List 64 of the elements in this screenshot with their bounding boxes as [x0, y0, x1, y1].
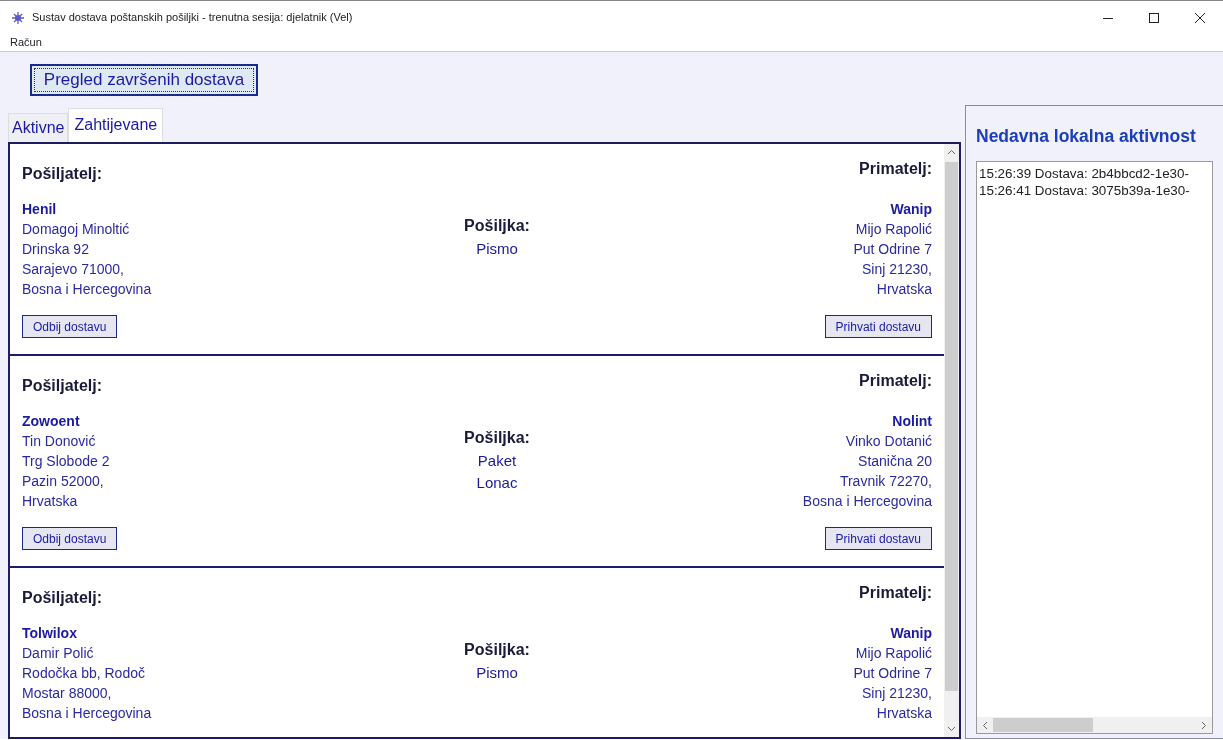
sender-address-line: Domagoj Minoltić	[22, 220, 131, 239]
maximize-icon[interactable]	[1149, 12, 1159, 23]
sender-address-line: Pazin 52000,	[22, 472, 105, 491]
recipient-heading: Primatelj:	[859, 159, 932, 179]
sender-company: Henil	[22, 200, 58, 219]
recipient-company: Wanip	[890, 200, 932, 219]
vertical-scrollbar[interactable]	[944, 144, 959, 737]
sender-address-line: Damir Polić	[22, 644, 95, 663]
scroll-down-icon[interactable]	[947, 726, 956, 732]
window-title: Sustav dostava poštanskih pošiljki - trenutna sesija: djelatnik (Vel)	[32, 10, 353, 26]
sender-address-line: Bosna i Hercegovina	[22, 280, 153, 299]
accept-delivery-button[interactable]: Prihvati dostavu	[824, 315, 932, 338]
recipient-address-line: Put Odrine 7	[853, 664, 932, 683]
sender-address-line: Mostar 88000,	[22, 684, 113, 703]
sender-address-line: Trg Slobode 2	[22, 452, 111, 471]
recipient-address-line: Hrvatska	[876, 280, 932, 299]
activity-entry[interactable]: 15:26:41 Dostava: 3075b39a-1e30-	[979, 182, 1210, 200]
tab[interactable]: Aktivne	[8, 113, 69, 142]
menu-item[interactable]: Račun	[10, 34, 42, 51]
recipient-address-line: Mijo Rapolić	[855, 644, 932, 663]
reject-delivery-button[interactable]: Odbij dostavu	[22, 527, 118, 550]
activity-entry[interactable]: 15:26:39 Dostava: 2b4bbcd2-1e30-	[979, 165, 1210, 183]
sender-heading: Pošiljatelj:	[22, 588, 104, 608]
package-heading: Pošiljka:	[464, 216, 530, 236]
sender-heading: Pošiljatelj:	[22, 376, 104, 396]
sender-address-line: Drinska 92	[22, 240, 90, 259]
sender-company: Tolwilox	[22, 624, 78, 643]
accept-delivery-button[interactable]: Prihvati dostavu	[824, 527, 932, 550]
package-item: Paket	[477, 451, 517, 471]
package-item: Pismo	[476, 239, 518, 259]
recipient-company: Wanip	[890, 624, 932, 643]
sender-address-line: Rodočka bb, Rodoč	[22, 664, 146, 683]
reject-delivery-button[interactable]: Odbij dostavu	[22, 315, 118, 338]
app-icon	[12, 11, 24, 24]
sender-company: Zowoent	[22, 412, 81, 431]
activity-title: Nedavna lokalna aktivnost	[976, 125, 1197, 148]
recipient-address-line: Bosna i Hercegovina	[802, 492, 932, 511]
package-heading: Pošiljka:	[464, 428, 530, 448]
horizontal-scrollbar[interactable]	[977, 717, 1212, 733]
sender-heading: Pošiljatelj:	[22, 164, 104, 184]
scroll-up-icon[interactable]	[947, 149, 956, 155]
package-item: Pismo	[476, 663, 518, 683]
recipient-heading: Primatelj:	[859, 371, 932, 391]
recipient-address-line: Sinj 21230,	[861, 260, 932, 279]
sender-address-line: Sarajevo 71000,	[22, 260, 125, 279]
package-heading: Pošiljka:	[464, 640, 530, 660]
recipient-address-line: Stanična 20	[858, 452, 932, 471]
recipient-address-line: Travnik 72270,	[839, 472, 932, 491]
sender-address-line: Bosna i Hercegovina	[22, 704, 153, 723]
recipient-heading: Primatelj:	[859, 583, 932, 603]
recipient-company: Nolint	[892, 412, 932, 431]
recipient-address-line: Vinko Dotanić	[845, 432, 932, 451]
sender-address-line: Tin Donović	[22, 432, 97, 451]
completed-deliveries-button[interactable]: Pregled završenih dostava	[30, 64, 258, 96]
recipient-address-line: Sinj 21230,	[861, 684, 932, 703]
tab[interactable]: Zahtijevane	[68, 108, 164, 142]
package-item: Lonac	[476, 473, 518, 493]
sender-address-line: Hrvatska	[22, 492, 79, 511]
recipient-address-line: Hrvatska	[876, 704, 932, 723]
recipient-address-line: Put Odrine 7	[853, 240, 932, 259]
scroll-right-icon[interactable]	[1201, 720, 1207, 730]
close-icon[interactable]	[1195, 12, 1205, 23]
scroll-left-icon[interactable]	[982, 720, 988, 730]
recipient-address-line: Mijo Rapolić	[855, 220, 932, 239]
